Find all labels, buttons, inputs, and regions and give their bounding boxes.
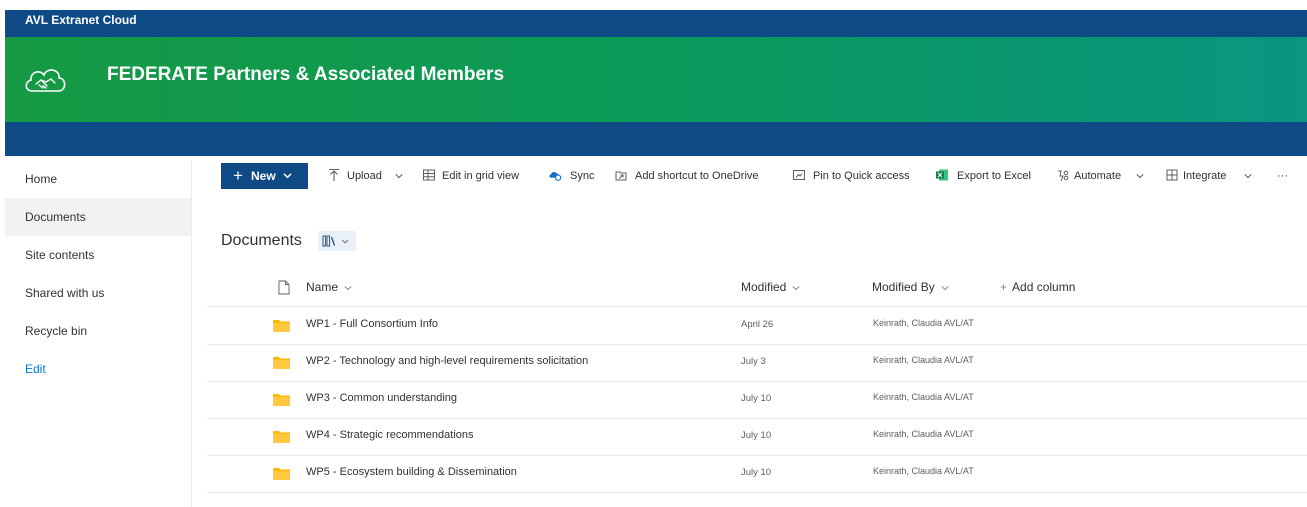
suite-title[interactable]: AVL Extranet Cloud (25, 13, 137, 27)
nav-item-shared-with-us[interactable]: Shared with us (5, 274, 191, 312)
chevron-down-icon (1244, 174, 1252, 179)
add-shortcut-to-onedrive-button[interactable]: Add shortcut to OneDrive (614, 168, 776, 184)
top-margin (0, 0, 1307, 10)
column-header-name[interactable]: Name (306, 280, 352, 294)
edit-in-grid-view-label: Edit in grid view (442, 170, 520, 182)
table-row[interactable]: WP1 - Full Consortium Info April 26 Kein… (207, 307, 1307, 345)
row-modified-by[interactable]: Keinrath, Claudia AVL/AT (873, 355, 974, 365)
more-icon: ··· (1277, 170, 1288, 182)
command-bar: + New Upload Edit in grid view Sync Add … (207, 163, 1307, 191)
grid-icon (423, 169, 435, 181)
folder-icon (273, 394, 290, 406)
sync-label: Sync (570, 170, 595, 182)
export-to-excel-label: Export to Excel (957, 170, 1031, 182)
folder-icon (273, 431, 290, 443)
new-button-label: New (251, 169, 276, 183)
chevron-down-icon (341, 239, 349, 244)
site-title[interactable]: FEDERATE Partners & Associated Members (107, 64, 504, 86)
export-to-excel-button[interactable]: Export to Excel (935, 168, 1038, 184)
plus-icon: + (1000, 280, 1008, 294)
nav-edit-link[interactable]: Edit (5, 350, 191, 388)
row-modified-by[interactable]: Keinrath, Claudia AVL/AT (873, 318, 974, 328)
upload-icon (329, 168, 339, 181)
row-modified-by[interactable]: Keinrath, Claudia AVL/AT (873, 392, 974, 402)
table-row[interactable]: WP3 - Common understanding July 10 Keinr… (207, 381, 1307, 419)
plus-icon: + (233, 166, 243, 185)
nav-item-recycle-bin[interactable]: Recycle bin (5, 312, 191, 350)
chevron-down-icon (792, 285, 800, 291)
folder-icon (273, 468, 290, 480)
handshake-cloud-icon[interactable] (21, 57, 69, 105)
hub-navigation-bar (5, 122, 1307, 156)
row-name[interactable]: WP4 - Strategic recommendations (306, 429, 474, 441)
upload-label: Upload (347, 170, 382, 182)
new-button[interactable]: + New (221, 163, 308, 189)
chevron-down-icon (941, 285, 949, 291)
chevron-down-icon (283, 173, 292, 179)
automate-button[interactable]: Automate (1056, 168, 1152, 184)
row-modified: July 10 (741, 467, 772, 478)
left-navigation: Home Documents Site contents Shared with… (5, 160, 192, 507)
upload-button[interactable]: Upload (327, 168, 403, 184)
column-modified-by-label: Modified By (872, 280, 935, 294)
add-column-label: Add column (1012, 280, 1076, 294)
row-modified-by[interactable]: Keinrath, Claudia AVL/AT (873, 429, 974, 439)
automate-icon (1058, 170, 1069, 182)
view-switcher[interactable] (318, 231, 356, 251)
chevron-down-icon (344, 285, 352, 291)
integrate-label: Integrate (1183, 170, 1227, 182)
row-name[interactable]: WP2 - Technology and high-level requirem… (306, 355, 588, 367)
row-name[interactable]: WP3 - Common understanding (306, 392, 457, 404)
suite-bar: AVL Extranet Cloud (5, 10, 1307, 37)
nav-item-site-contents[interactable]: Site contents (5, 236, 191, 274)
sync-icon (549, 171, 562, 181)
row-name[interactable]: WP5 - Ecosystem building & Dissemination (306, 466, 517, 478)
excel-icon (936, 169, 948, 181)
row-modified: July 10 (741, 393, 772, 404)
pin-to-quick-access-label: Pin to Quick access (813, 170, 910, 182)
row-modified: July 3 (741, 356, 766, 367)
integrate-icon (1166, 169, 1178, 181)
nav-item-home[interactable]: Home (5, 160, 191, 198)
chevron-down-icon (1136, 174, 1144, 179)
table-row[interactable]: WP4 - Strategic recommendations July 10 … (207, 418, 1307, 456)
folder-icon (273, 357, 290, 369)
pin-icon (793, 170, 805, 180)
edit-in-grid-view-button[interactable]: Edit in grid view (422, 168, 532, 184)
library-title: Documents (221, 232, 302, 249)
column-name-label: Name (306, 280, 339, 294)
chevron-down-icon (395, 174, 403, 179)
table-row[interactable]: WP2 - Technology and high-level requirem… (207, 344, 1307, 382)
add-shortcut-label: Add shortcut to OneDrive (635, 170, 759, 182)
add-shortcut-icon (615, 171, 627, 181)
site-header: FEDERATE Partners & Associated Members (5, 37, 1307, 122)
file-type-icon (278, 280, 290, 295)
column-header-modified-by[interactable]: Modified By (872, 280, 949, 294)
library-view-icon (322, 235, 336, 247)
more-commands-button[interactable]: ··· (1277, 168, 1293, 184)
table-row[interactable]: WP5 - Ecosystem building & Dissemination… (207, 455, 1307, 493)
column-header-modified[interactable]: Modified (741, 280, 800, 294)
automate-label: Automate (1074, 170, 1122, 182)
integrate-button[interactable]: Integrate (1165, 168, 1253, 184)
nav-item-documents[interactable]: Documents (5, 198, 191, 236)
sync-button[interactable]: Sync (548, 168, 598, 184)
row-modified-by[interactable]: Keinrath, Claudia AVL/AT (873, 466, 974, 476)
row-modified: July 10 (741, 430, 772, 441)
column-modified-label: Modified (741, 280, 787, 294)
row-name[interactable]: WP1 - Full Consortium Info (306, 318, 438, 330)
pin-to-quick-access-button[interactable]: Pin to Quick access (792, 168, 917, 184)
add-column-button[interactable]: + Add column (1000, 280, 1075, 294)
row-modified: April 26 (741, 319, 774, 330)
folder-icon (273, 320, 290, 332)
